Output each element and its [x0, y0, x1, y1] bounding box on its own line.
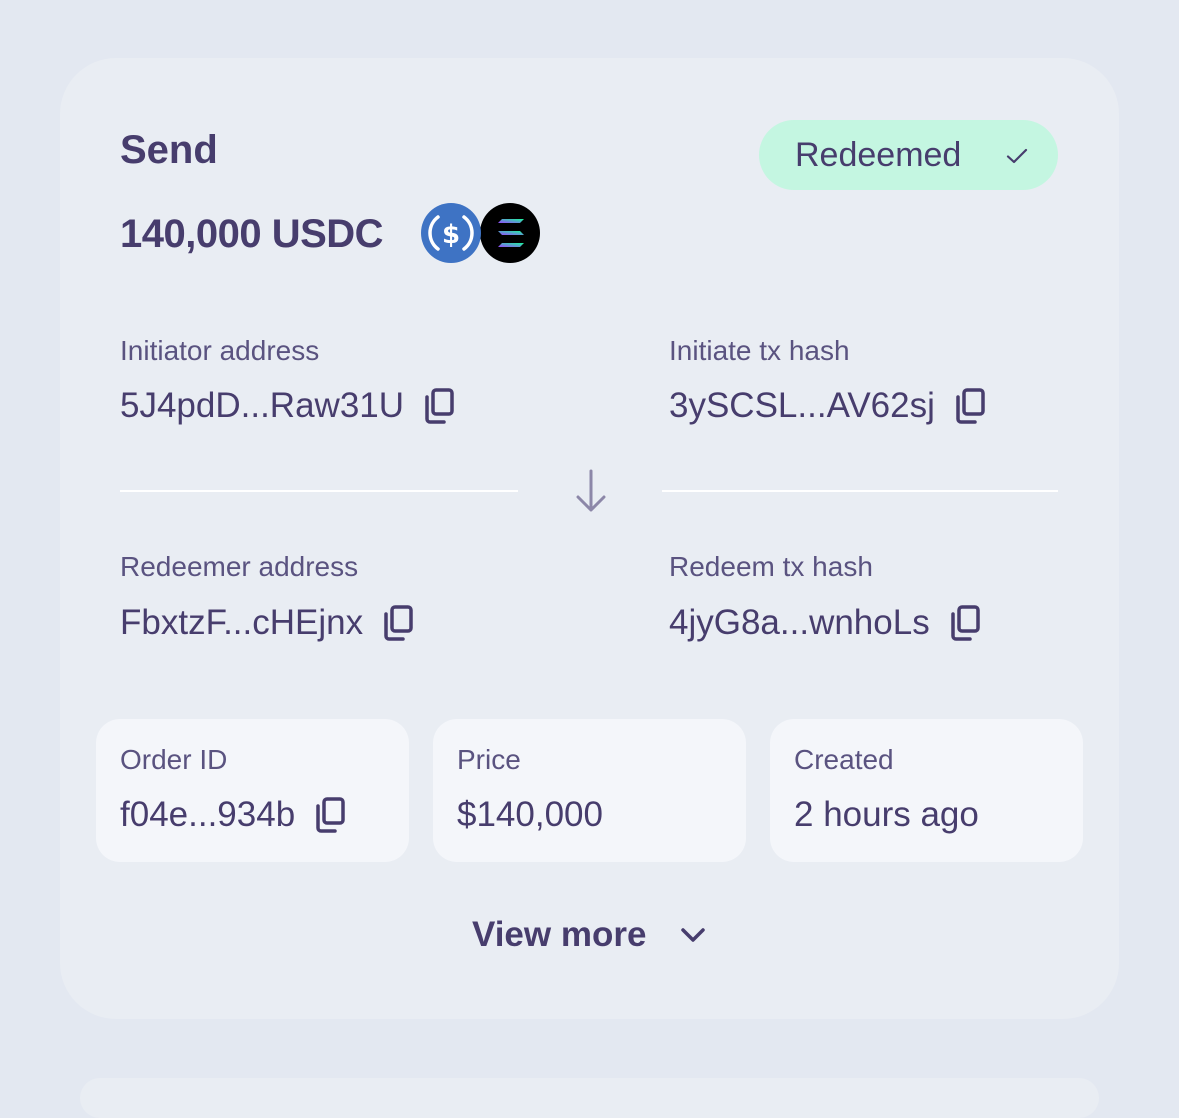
copy-icon[interactable] [953, 387, 987, 425]
amount: 140,000 USDC [120, 212, 384, 256]
initiate-tx-hash-value: 3ySCSL...AV62sj [669, 386, 935, 425]
redeemer-address-label: Redeemer address [120, 551, 359, 582]
order-id: f04e...934b [120, 793, 347, 837]
price-value: $140,000 [457, 795, 603, 834]
order-type-title: Send [120, 128, 218, 172]
solana-icon [480, 203, 540, 263]
view-more-label: View more [472, 915, 647, 954]
copy-icon[interactable] [422, 387, 456, 425]
copy-icon[interactable] [948, 604, 982, 642]
divider-right [662, 490, 1058, 492]
status-badge: Redeemed [759, 120, 1058, 190]
copy-icon[interactable] [313, 796, 347, 834]
copy-icon[interactable] [381, 604, 415, 642]
order-id-label: Order ID [120, 744, 228, 775]
status-label: Redeemed [795, 136, 962, 174]
initiate-tx-hash: 3ySCSL...AV62sj [669, 384, 987, 428]
created-box: Created 2 hours ago [770, 719, 1083, 862]
arrow-down-icon [576, 469, 606, 512]
price-label: Price [457, 744, 521, 775]
initiate-tx-hash-label: Initiate tx hash [669, 335, 850, 366]
created-value: 2 hours ago [794, 795, 979, 834]
token-icons: $ [420, 203, 540, 263]
redeem-tx-hash: 4jyG8a...wnhoLs [669, 601, 982, 645]
initiator-address: 5J4pdD...Raw31U [120, 384, 456, 428]
order-id-box: Order ID f04e...934b [96, 719, 409, 862]
view-more-button[interactable]: View more [472, 912, 706, 958]
order-id-value: f04e...934b [120, 795, 296, 834]
redeemer-address: FbxtzF...cHEjnx [120, 601, 415, 645]
created-label: Created [794, 744, 894, 775]
next-order-card [80, 1078, 1099, 1118]
usdc-icon: $ [421, 203, 481, 263]
redeem-tx-hash-label: Redeem tx hash [669, 551, 873, 582]
initiator-address-label: Initiator address [120, 335, 320, 366]
divider-left [120, 490, 518, 492]
redeem-tx-hash-value: 4jyG8a...wnhoLs [669, 603, 930, 642]
order-card: Send Redeemed 140,000 USDC $ Initiator a… [60, 58, 1119, 1019]
initiator-address-value: 5J4pdD...Raw31U [120, 386, 405, 425]
check-icon [1006, 148, 1028, 164]
price-box: Price $140,000 [433, 719, 746, 862]
redeemer-address-value: FbxtzF...cHEjnx [120, 603, 364, 642]
svg-text:$: $ [442, 220, 460, 250]
chevron-down-icon [681, 928, 706, 942]
